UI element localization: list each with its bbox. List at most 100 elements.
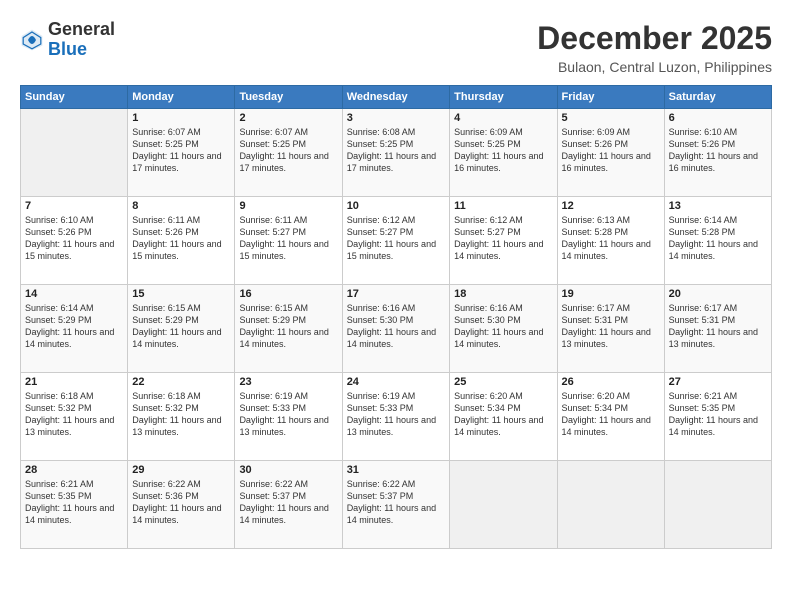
day-number: 31: [347, 464, 445, 476]
header-cell-wednesday: Wednesday: [342, 86, 449, 109]
week-row-1: 1 Sunrise: 6:07 AMSunset: 5:25 PMDaylight…: [21, 109, 772, 197]
day-number: 4: [454, 112, 552, 124]
day-info: Sunrise: 6:12 AMSunset: 5:27 PMDaylight:…: [454, 214, 552, 263]
day-cell: 25 Sunrise: 6:20 AMSunset: 5:34 PMDayligh…: [450, 373, 557, 461]
day-number: 9: [239, 200, 337, 212]
day-number: 10: [347, 200, 445, 212]
day-cell: 23 Sunrise: 6:19 AMSunset: 5:33 PMDayligh…: [235, 373, 342, 461]
day-cell: 15Sunrise: 6:15 AMSunset: 5:29 PMDayligh…: [128, 285, 235, 373]
day-number: 6: [669, 112, 767, 124]
logo-general: General: [48, 19, 115, 39]
day-info: Sunrise: 6:09 AMSunset: 5:25 PMDaylight:…: [454, 126, 552, 175]
day-info: Sunrise: 6:22 AMSunset: 5:37 PMDaylight:…: [239, 478, 337, 527]
day-number: 13: [669, 200, 767, 212]
calendar-header: SundayMondayTuesdayWednesdayThursdayFrid…: [21, 86, 772, 109]
header-cell-tuesday: Tuesday: [235, 86, 342, 109]
day-info: Sunrise: 6:19 AMSunset: 5:33 PMDaylight:…: [239, 390, 337, 439]
day-info: Sunrise: 6:13 AMSunset: 5:28 PMDaylight:…: [562, 214, 660, 263]
day-cell: 11 Sunrise: 6:12 AMSunset: 5:27 PMDayligh…: [450, 197, 557, 285]
day-cell: 27 Sunrise: 6:21 AMSunset: 5:35 PMDayligh…: [664, 373, 771, 461]
header-cell-sunday: Sunday: [21, 86, 128, 109]
day-cell: 4 Sunrise: 6:09 AMSunset: 5:25 PMDaylight…: [450, 109, 557, 197]
day-number: 19: [562, 288, 660, 300]
day-info: Sunrise: 6:10 AMSunset: 5:26 PMDaylight:…: [669, 126, 767, 175]
month-title: December 2025: [537, 20, 772, 57]
day-cell: 1 Sunrise: 6:07 AMSunset: 5:25 PMDaylight…: [128, 109, 235, 197]
day-info: Sunrise: 6:20 AMSunset: 5:34 PMDaylight:…: [562, 390, 660, 439]
day-info: Sunrise: 6:07 AMSunset: 5:25 PMDaylight:…: [132, 126, 230, 175]
day-number: 25: [454, 376, 552, 388]
day-cell: 3 Sunrise: 6:08 AMSunset: 5:25 PMDaylight…: [342, 109, 449, 197]
day-info: Sunrise: 6:16 AMSunset: 5:30 PMDaylight:…: [347, 302, 445, 351]
header-cell-thursday: Thursday: [450, 86, 557, 109]
day-cell: 24Sunrise: 6:19 AMSunset: 5:33 PMDayligh…: [342, 373, 449, 461]
day-cell: 5 Sunrise: 6:09 AMSunset: 5:26 PMDaylight…: [557, 109, 664, 197]
day-number: 26: [562, 376, 660, 388]
day-cell: 28Sunrise: 6:21 AMSunset: 5:35 PMDayligh…: [21, 461, 128, 549]
day-cell: 30 Sunrise: 6:22 AMSunset: 5:37 PMDayligh…: [235, 461, 342, 549]
week-row-5: 28Sunrise: 6:21 AMSunset: 5:35 PMDayligh…: [21, 461, 772, 549]
day-info: Sunrise: 6:14 AMSunset: 5:28 PMDaylight:…: [669, 214, 767, 263]
day-info: Sunrise: 6:07 AMSunset: 5:25 PMDaylight:…: [239, 126, 337, 175]
day-info: Sunrise: 6:15 AMSunset: 5:29 PMDaylight:…: [239, 302, 337, 351]
day-info: Sunrise: 6:22 AMSunset: 5:36 PMDaylight:…: [132, 478, 230, 527]
header-row: SundayMondayTuesdayWednesdayThursdayFrid…: [21, 86, 772, 109]
day-info: Sunrise: 6:12 AMSunset: 5:27 PMDaylight:…: [347, 214, 445, 263]
day-number: 20: [669, 288, 767, 300]
day-info: Sunrise: 6:22 AMSunset: 5:37 PMDaylight:…: [347, 478, 445, 527]
day-number: 5: [562, 112, 660, 124]
day-info: Sunrise: 6:17 AMSunset: 5:31 PMDaylight:…: [669, 302, 767, 351]
day-cell: 17 Sunrise: 6:16 AMSunset: 5:30 PMDayligh…: [342, 285, 449, 373]
day-cell: 20 Sunrise: 6:17 AMSunset: 5:31 PMDayligh…: [664, 285, 771, 373]
logo-text: General Blue: [48, 20, 115, 60]
day-info: Sunrise: 6:15 AMSunset: 5:29 PMDaylight:…: [132, 302, 230, 351]
page: General Blue December 2025 Bulaon, Centr…: [0, 0, 792, 612]
day-number: 27: [669, 376, 767, 388]
header-cell-saturday: Saturday: [664, 86, 771, 109]
day-info: Sunrise: 6:20 AMSunset: 5:34 PMDaylight:…: [454, 390, 552, 439]
logo: General Blue: [20, 20, 115, 60]
day-cell: 8Sunrise: 6:11 AMSunset: 5:26 PMDaylight…: [128, 197, 235, 285]
generalblue-icon: [20, 28, 44, 52]
day-cell: 29 Sunrise: 6:22 AMSunset: 5:36 PMDayligh…: [128, 461, 235, 549]
day-cell: [664, 461, 771, 549]
day-cell: 12 Sunrise: 6:13 AMSunset: 5:28 PMDayligh…: [557, 197, 664, 285]
day-number: 7: [25, 200, 123, 212]
day-cell: 31 Sunrise: 6:22 AMSunset: 5:37 PMDayligh…: [342, 461, 449, 549]
day-info: Sunrise: 6:18 AMSunset: 5:32 PMDaylight:…: [132, 390, 230, 439]
day-cell: 2 Sunrise: 6:07 AMSunset: 5:25 PMDaylight…: [235, 109, 342, 197]
day-number: 23: [239, 376, 337, 388]
day-number: 22: [132, 376, 230, 388]
day-number: 14: [25, 288, 123, 300]
day-number: 30: [239, 464, 337, 476]
day-number: 2: [239, 112, 337, 124]
day-cell: 7 Sunrise: 6:10 AMSunset: 5:26 PMDaylight…: [21, 197, 128, 285]
day-cell: [557, 461, 664, 549]
day-info: Sunrise: 6:21 AMSunset: 5:35 PMDaylight:…: [669, 390, 767, 439]
day-cell: 22 Sunrise: 6:18 AMSunset: 5:32 PMDayligh…: [128, 373, 235, 461]
location: Bulaon, Central Luzon, Philippines: [537, 59, 772, 75]
day-number: 12: [562, 200, 660, 212]
day-info: Sunrise: 6:16 AMSunset: 5:30 PMDaylight:…: [454, 302, 552, 351]
day-number: 16: [239, 288, 337, 300]
day-number: 18: [454, 288, 552, 300]
week-row-2: 7 Sunrise: 6:10 AMSunset: 5:26 PMDaylight…: [21, 197, 772, 285]
day-info: Sunrise: 6:08 AMSunset: 5:25 PMDaylight:…: [347, 126, 445, 175]
day-number: 1: [132, 112, 230, 124]
day-number: 8: [132, 200, 230, 212]
week-row-4: 21Sunrise: 6:18 AMSunset: 5:32 PMDayligh…: [21, 373, 772, 461]
day-cell: 14Sunrise: 6:14 AMSunset: 5:29 PMDayligh…: [21, 285, 128, 373]
day-number: 29: [132, 464, 230, 476]
day-info: Sunrise: 6:09 AMSunset: 5:26 PMDaylight:…: [562, 126, 660, 175]
day-number: 24: [347, 376, 445, 388]
calendar-table: SundayMondayTuesdayWednesdayThursdayFrid…: [20, 85, 772, 549]
day-cell: [450, 461, 557, 549]
day-number: 11: [454, 200, 552, 212]
day-number: 17: [347, 288, 445, 300]
day-info: Sunrise: 6:10 AMSunset: 5:26 PMDaylight:…: [25, 214, 123, 263]
day-number: 3: [347, 112, 445, 124]
day-info: Sunrise: 6:21 AMSunset: 5:35 PMDaylight:…: [25, 478, 123, 527]
day-cell: 9Sunrise: 6:11 AMSunset: 5:27 PMDaylight…: [235, 197, 342, 285]
day-cell: 19Sunrise: 6:17 AMSunset: 5:31 PMDayligh…: [557, 285, 664, 373]
day-cell: 18 Sunrise: 6:16 AMSunset: 5:30 PMDayligh…: [450, 285, 557, 373]
